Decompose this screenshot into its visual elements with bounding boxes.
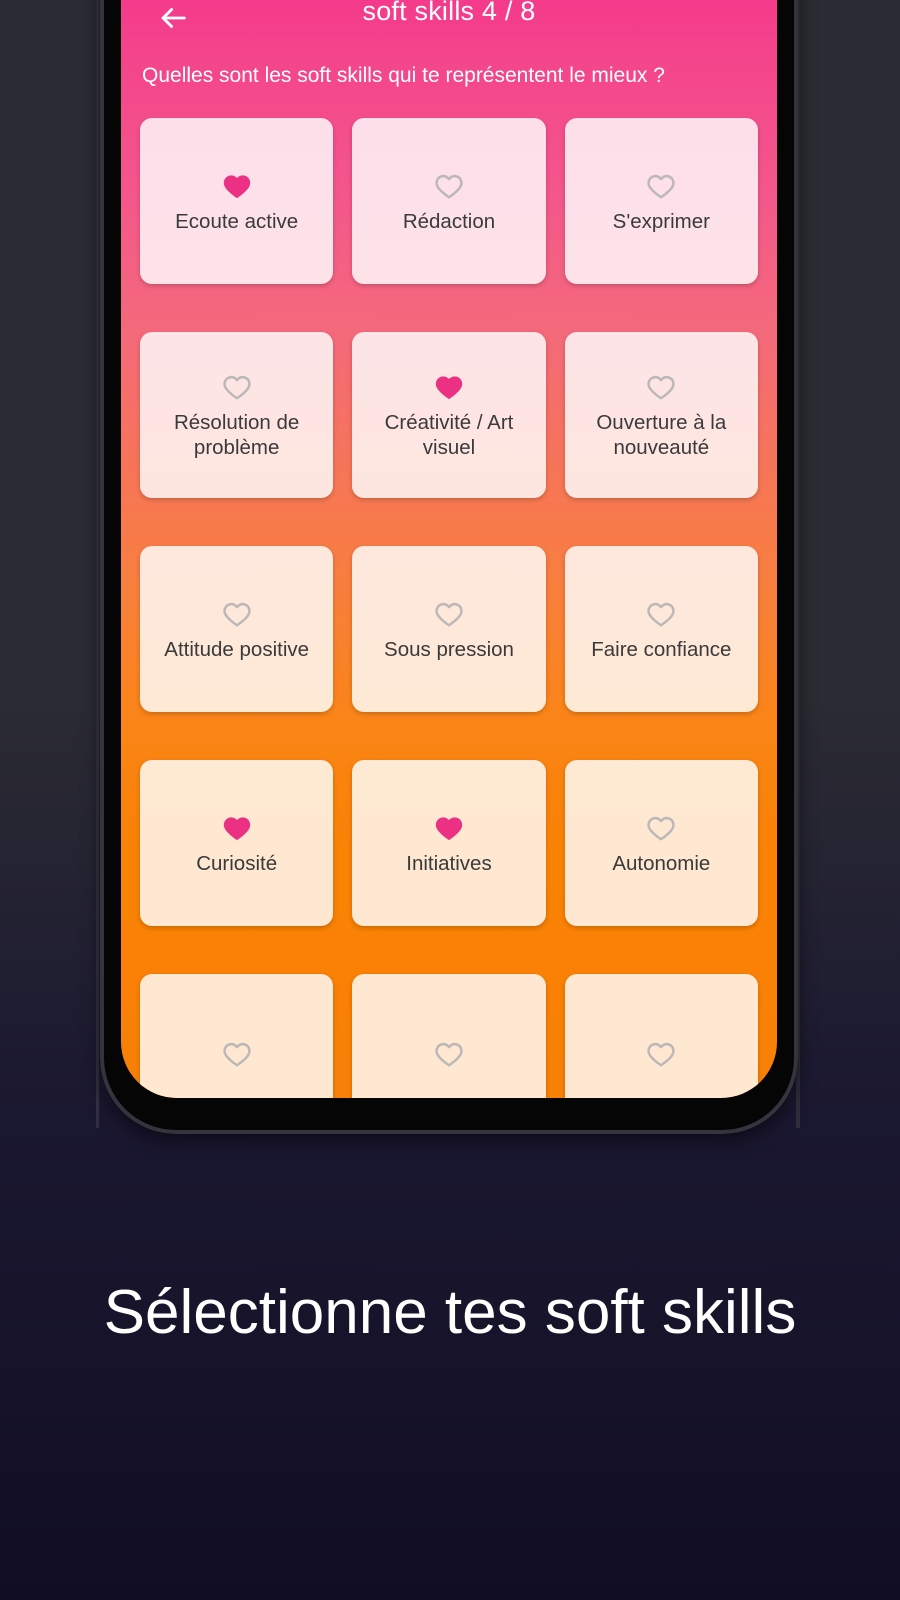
skill-card[interactable]: Résolution de problème <box>140 332 334 499</box>
skill-card-label: Résolution de problème <box>173 410 300 460</box>
phone-mockup: soft skills 4 / 8 Quelles sont les soft … <box>100 0 798 1134</box>
skill-card-label: Créativité / Art visuel <box>384 410 514 460</box>
skill-card[interactable] <box>352 974 546 1098</box>
skill-card-label: Initiatives <box>406 851 492 875</box>
skill-card-label: Curiosité <box>196 851 278 875</box>
skill-card[interactable]: Ecoute active <box>140 118 334 285</box>
skill-card-label: S'exprimer <box>612 209 710 233</box>
skill-card[interactable]: Créativité / Art visuel <box>352 332 546 499</box>
skill-card-label: Ecoute active <box>175 209 299 233</box>
heart-outline-icon <box>646 169 676 203</box>
heart-filled-icon <box>222 811 252 845</box>
skill-card-label: Ouverture à la nouveauté <box>596 410 727 460</box>
skill-card[interactable]: Ouverture à la nouveauté <box>564 332 758 499</box>
heart-outline-icon <box>646 811 676 845</box>
skill-card[interactable]: Attitude positive <box>140 546 334 713</box>
skill-card[interactable] <box>140 974 334 1098</box>
skill-card[interactable]: Initiatives <box>352 760 546 927</box>
heart-outline-icon <box>646 1037 676 1071</box>
heart-outline-icon <box>434 169 464 203</box>
heart-outline-icon <box>646 597 676 631</box>
phone-screen: soft skills 4 / 8 Quelles sont les soft … <box>121 0 777 1098</box>
heart-outline-icon <box>434 597 464 631</box>
skill-card-label: Sous pression <box>384 637 514 661</box>
soft-skills-grid: Ecoute active Rédaction S'exprimer Résoluti… <box>121 118 777 1098</box>
promo-caption: Sélectionne tes soft skills <box>103 1278 797 1347</box>
heart-filled-icon <box>434 811 464 845</box>
heart-outline-icon <box>222 597 252 631</box>
skill-card[interactable]: Curiosité <box>140 760 334 927</box>
skill-card[interactable]: S'exprimer <box>564 118 758 285</box>
heart-filled-icon <box>222 169 252 203</box>
heart-outline-icon <box>434 1037 464 1071</box>
heart-filled-icon <box>434 370 464 404</box>
app-bar: soft skills 4 / 8 <box>121 0 777 66</box>
prompt-text: Quelles sont les soft skills qui te repr… <box>142 64 665 87</box>
backdrop-seam-left <box>96 0 99 1128</box>
skill-card-label: Faire confiance <box>591 637 732 661</box>
skill-card[interactable]: Faire confiance <box>564 546 758 713</box>
heart-outline-icon <box>646 370 676 404</box>
skill-card[interactable]: Rédaction <box>352 118 546 285</box>
heart-outline-icon <box>222 1037 252 1071</box>
page-title: soft skills 4 / 8 <box>362 0 536 26</box>
skill-card-label: Autonomie <box>612 851 711 875</box>
skill-card[interactable]: Autonomie <box>564 760 758 927</box>
skill-card[interactable] <box>564 974 758 1098</box>
skill-card-label: Attitude positive <box>164 637 310 661</box>
skill-card-label: Rédaction <box>402 209 496 233</box>
skill-card[interactable]: Sous pression <box>352 546 546 713</box>
heart-outline-icon <box>222 370 252 404</box>
